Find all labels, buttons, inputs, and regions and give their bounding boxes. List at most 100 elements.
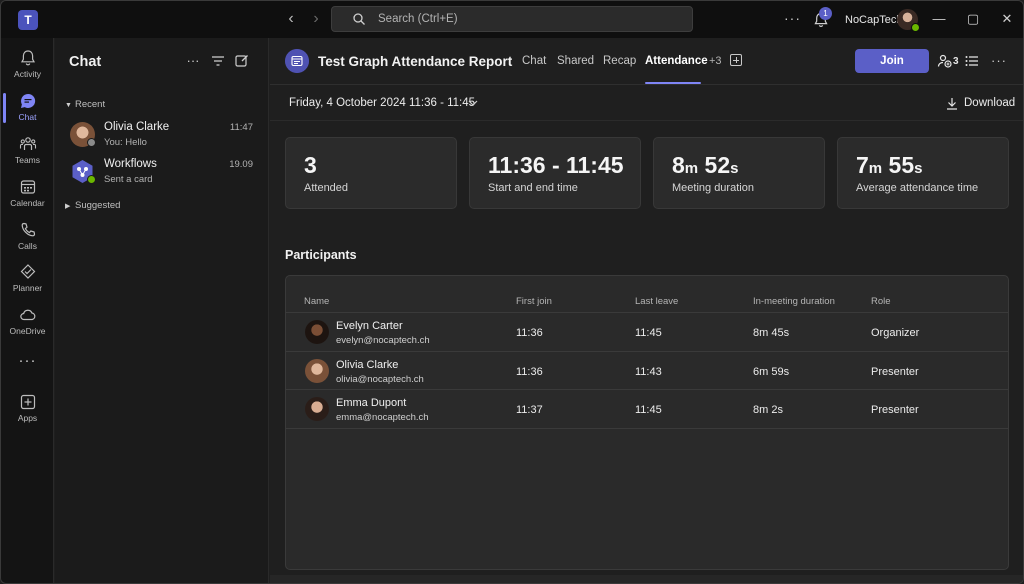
- new-chat-icon[interactable]: [234, 53, 250, 69]
- back-arrow-icon[interactable]: ‹: [283, 11, 299, 27]
- apps-icon: [20, 394, 35, 410]
- participant-name: Evelyn Carter: [336, 320, 403, 332]
- join-button[interactable]: Join: [855, 49, 929, 73]
- report-toolbar: Friday, 4 October 2024 11:36 - 11:45 Dow…: [270, 86, 1023, 121]
- rail-item-planner[interactable]: Planner: [1, 258, 54, 298]
- chat-name: Olivia Clarke: [104, 121, 170, 133]
- suggested-label: Suggested: [75, 200, 121, 211]
- rail-label: Teams: [14, 155, 41, 165]
- chat-icon: [20, 93, 35, 108]
- close-icon[interactable]: ✕: [999, 11, 1015, 27]
- avatar: [305, 397, 329, 421]
- tab-recap[interactable]: Recap: [603, 55, 636, 67]
- presence-offline-icon: [87, 138, 96, 147]
- column-header-name[interactable]: Name: [304, 296, 329, 307]
- active-tab-indicator: [645, 82, 701, 84]
- column-header-duration[interactable]: In-meeting duration: [753, 296, 835, 307]
- list-icon[interactable]: [965, 54, 979, 68]
- rail-item-onedrive[interactable]: OneDrive: [1, 301, 54, 341]
- chat-preview: You: Hello: [104, 137, 147, 148]
- add-tab-icon[interactable]: [730, 54, 742, 66]
- role: Organizer: [871, 327, 920, 339]
- rail-item-activity[interactable]: Activity: [1, 44, 54, 84]
- tab-shared[interactable]: Shared: [557, 55, 594, 67]
- participant-name: Olivia Clarke: [336, 359, 399, 371]
- rail-label: Planner: [12, 283, 43, 293]
- more-options-icon[interactable]: ···: [991, 53, 1007, 68]
- meeting-title: Test Graph Attendance Report: [318, 54, 513, 69]
- stat-value: 7m 55s: [856, 152, 922, 179]
- avatar: [305, 320, 329, 344]
- rail-label: OneDrive: [9, 326, 46, 336]
- download-button[interactable]: Download: [964, 97, 1015, 109]
- title-bar: T ‹ › Search (Ctrl+E) ··· 1 NoCapTech — …: [1, 1, 1023, 38]
- participants-icon[interactable]: [937, 53, 953, 69]
- rail-label: Activity: [14, 69, 41, 79]
- teams-icon: [19, 137, 36, 150]
- chevron-down-icon: ▼: [65, 102, 72, 109]
- duration: 6m 59s: [753, 366, 790, 378]
- stat-seconds-unit: s: [730, 160, 739, 177]
- table-row[interactable]: Olivia Clarke olivia@nocaptech.ch 11:36 …: [286, 351, 1008, 390]
- column-header-first-join[interactable]: First join: [516, 296, 552, 307]
- column-header-role[interactable]: Role: [871, 296, 891, 307]
- stat-caption: Attended: [304, 182, 349, 194]
- horizontal-scrollbar[interactable]: [270, 575, 1023, 583]
- chat-item-workflows[interactable]: Workflows Sent a card 19.09: [55, 155, 268, 192]
- rail-item-chat[interactable]: Chat: [1, 87, 54, 127]
- search-input[interactable]: Search (Ctrl+E): [331, 6, 693, 32]
- user-avatar[interactable]: [897, 9, 920, 32]
- search-icon: [353, 13, 365, 25]
- org-name[interactable]: NoCapTech: [845, 14, 902, 26]
- chevron-down-icon[interactable]: [467, 97, 479, 109]
- meeting-header: Test Graph Attendance Report Chat Shared…: [270, 38, 1023, 85]
- stat-minutes: 8: [672, 152, 685, 178]
- more-apps-icon[interactable]: ···: [1, 352, 54, 369]
- last-leave: 11:45: [635, 327, 662, 339]
- role: Presenter: [871, 366, 919, 378]
- tab-attendance[interactable]: Attendance: [645, 55, 708, 67]
- rail-item-teams[interactable]: Teams: [1, 130, 54, 170]
- stat-caption: Start and end time: [488, 182, 578, 194]
- stat-minutes: 7: [856, 152, 869, 178]
- cloud-icon: [19, 309, 35, 321]
- stat-card-meeting-duration: 8m 52s Meeting duration: [653, 137, 825, 209]
- forward-arrow-icon[interactable]: ›: [308, 11, 324, 27]
- date-range-selector[interactable]: Friday, 4 October 2024 11:36 - 11:45: [289, 97, 475, 109]
- last-leave: 11:45: [635, 404, 662, 416]
- stat-caption: Meeting duration: [672, 182, 754, 194]
- maximize-icon[interactable]: ▢: [965, 11, 981, 27]
- recent-section-header[interactable]: ▼ Recent: [65, 99, 105, 110]
- stat-minutes-unit: m: [684, 160, 699, 177]
- table-row-divider: [286, 428, 1008, 429]
- rail-item-calls[interactable]: Calls: [1, 216, 54, 256]
- bell-icon: [20, 50, 35, 66]
- minimize-icon[interactable]: —: [931, 11, 947, 27]
- duration: 8m 45s: [753, 327, 790, 339]
- rail-label: Calls: [18, 241, 37, 251]
- phone-icon: [21, 222, 35, 237]
- filter-icon[interactable]: [210, 53, 226, 69]
- suggested-section-header[interactable]: ▶ Suggested: [65, 200, 120, 211]
- more-options-icon[interactable]: ···: [185, 53, 201, 69]
- more-options-icon[interactable]: ···: [784, 10, 801, 26]
- column-header-last-leave[interactable]: Last leave: [635, 296, 678, 307]
- rail-item-apps[interactable]: Apps: [1, 388, 54, 428]
- chevron-right-icon: ▶: [65, 203, 71, 210]
- participant-name: Emma Dupont: [336, 397, 407, 409]
- participant-email: olivia@nocaptech.ch: [336, 374, 424, 385]
- chat-item-olivia-clarke[interactable]: Olivia Clarke You: Hello 11:47: [55, 118, 268, 155]
- tab-chat[interactable]: Chat: [522, 55, 546, 67]
- planner-icon: [20, 264, 35, 279]
- stat-seconds: 52: [704, 152, 731, 178]
- participants-table: Name First join Last leave In-meeting du…: [285, 275, 1009, 570]
- teams-logo-icon[interactable]: T: [18, 10, 38, 30]
- chat-pane-title: Chat: [69, 54, 102, 70]
- table-row[interactable]: Emma Dupont emma@nocaptech.ch 11:37 11:4…: [286, 389, 1008, 428]
- rail-item-calendar[interactable]: Calendar: [1, 173, 54, 213]
- chat-name: Workflows: [104, 158, 157, 170]
- stat-card-average-attendance: 7m 55s Average attendance time: [837, 137, 1009, 209]
- more-tabs[interactable]: +3: [709, 55, 722, 67]
- download-icon[interactable]: [946, 97, 958, 110]
- table-row[interactable]: Evelyn Carter evelyn@nocaptech.ch 11:36 …: [286, 312, 1008, 351]
